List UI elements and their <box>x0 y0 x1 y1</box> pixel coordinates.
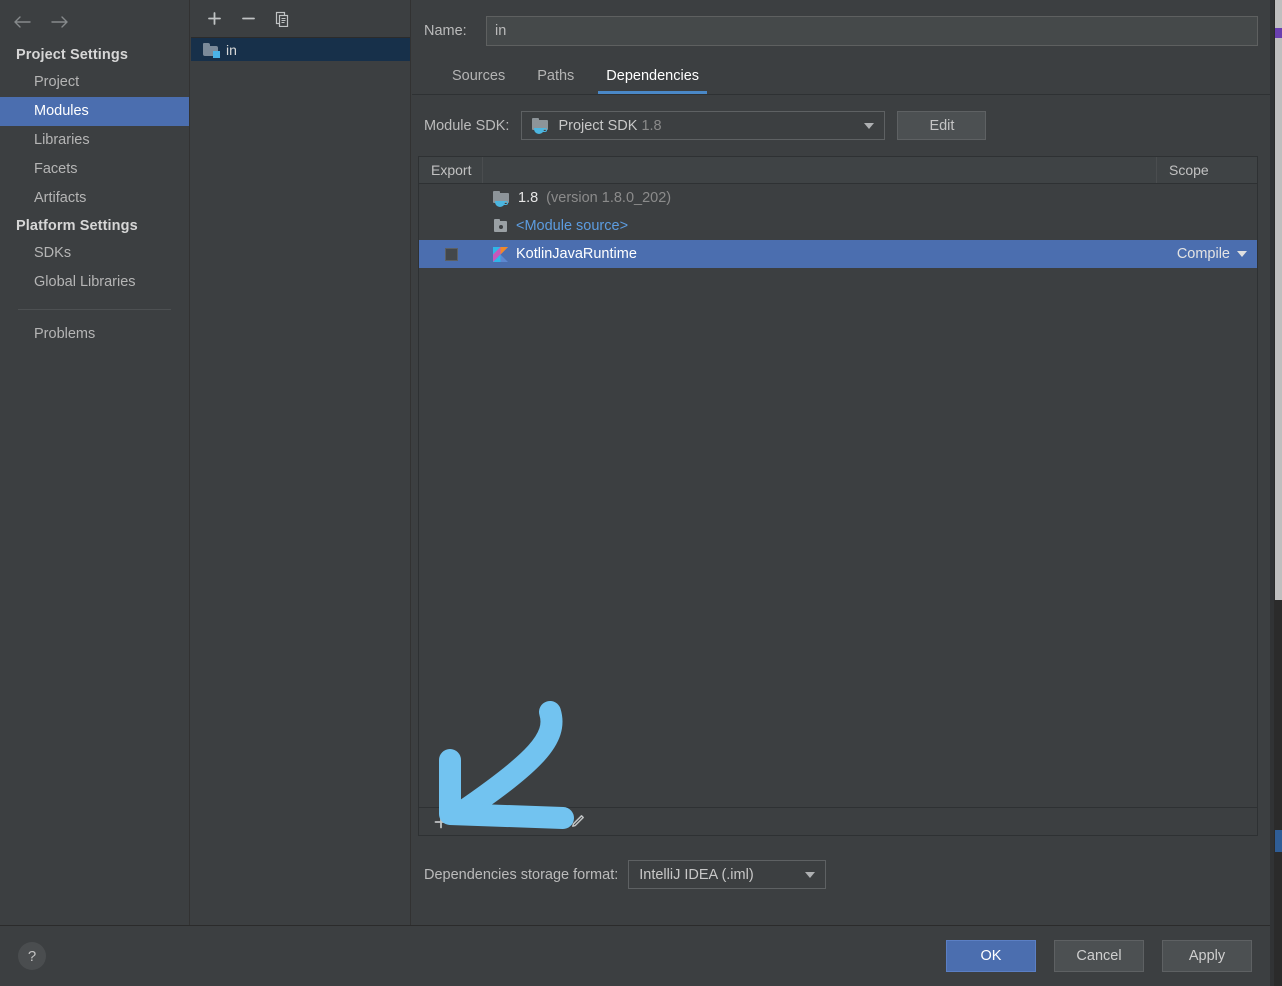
dependency-name-cell: <Module source> <box>483 218 1149 234</box>
list-item[interactable]: in <box>191 38 410 61</box>
column-header-export[interactable]: Export <box>419 157 483 183</box>
sidebar-item-global-libraries[interactable]: Global Libraries <box>0 268 189 297</box>
move-down-button[interactable] <box>533 812 553 832</box>
arrow-left-icon[interactable] <box>12 13 34 31</box>
storage-format-row: Dependencies storage format: IntelliJ ID… <box>412 836 1270 889</box>
storage-format-label: Dependencies storage format: <box>424 866 619 883</box>
sidebar-item-libraries[interactable]: Libraries <box>0 126 189 155</box>
edit-sdk-button[interactable]: Edit <box>897 111 987 140</box>
module-sdk-row: Module SDK: Project SDK 1.8 Edit <box>412 95 1270 156</box>
move-up-button[interactable] <box>499 812 519 832</box>
export-cell <box>419 184 483 212</box>
chevron-down-icon <box>1237 251 1247 257</box>
add-dependency-button[interactable] <box>431 812 451 832</box>
dependencies-table: Export Scope 1.8 (version 1.8.0_202) <Mo… <box>418 156 1258 836</box>
module-tabs: Sources Paths Dependencies <box>412 46 1270 95</box>
module-list-toolbar <box>191 0 410 38</box>
export-checkbox[interactable] <box>444 247 458 261</box>
edit-dependency-button[interactable] <box>567 812 587 832</box>
module-detail-panel: Name: Sources Paths Dependencies Module … <box>412 0 1270 925</box>
sidebar-item-problems[interactable]: Problems <box>0 320 189 349</box>
dependency-label: KotlinJavaRuntime <box>516 246 637 262</box>
sidebar-group-platform-settings: Platform Settings <box>16 218 138 234</box>
apply-button[interactable]: Apply <box>1162 940 1252 972</box>
table-row[interactable]: <Module source> <box>419 212 1257 240</box>
project-structure-dialog: Project Settings Project Modules Librari… <box>0 0 1282 986</box>
chevron-down-icon <box>864 122 875 129</box>
table-row[interactable]: KotlinJavaRuntime Compile <box>419 240 1257 268</box>
module-name-label: in <box>226 41 237 58</box>
kotlin-icon <box>493 246 508 262</box>
dependency-name-cell: KotlinJavaRuntime <box>483 246 1149 262</box>
sdk-folder-icon <box>532 118 549 134</box>
tab-dependencies[interactable]: Dependencies <box>590 67 715 94</box>
copy-module-button[interactable] <box>271 8 293 30</box>
arrow-right-icon[interactable] <box>48 13 70 31</box>
settings-sidebar: Project Settings Project Modules Librari… <box>0 0 190 925</box>
export-cell <box>419 212 483 240</box>
table-header-row: Export Scope <box>419 157 1257 184</box>
export-cell[interactable] <box>419 240 483 268</box>
scope-value: Compile <box>1176 246 1230 262</box>
add-module-button[interactable] <box>203 8 225 30</box>
dependency-name-cell: 1.8 (version 1.8.0_202) <box>483 190 1149 207</box>
remove-dependency-button[interactable] <box>465 812 485 832</box>
scope-cell[interactable]: Compile <box>1149 246 1257 262</box>
sidebar-navigation <box>0 0 189 42</box>
dependency-label: <Module source> <box>516 218 629 234</box>
column-header-name[interactable] <box>483 157 1157 183</box>
sidebar-item-project[interactable]: Project <box>0 68 189 97</box>
dialog-footer: ? OK Cancel Apply <box>0 925 1270 986</box>
name-field-label: Name: <box>424 23 467 39</box>
module-name-input[interactable] <box>486 16 1258 46</box>
table-body: 1.8 (version 1.8.0_202) <Module source> <box>419 184 1257 807</box>
sidebar-item-facets[interactable]: Facets <box>0 155 189 184</box>
table-row[interactable]: 1.8 (version 1.8.0_202) <box>419 184 1257 212</box>
dependency-label: 1.8 <box>518 190 539 206</box>
dependency-version-label: (version 1.8.0_202) <box>546 190 672 206</box>
sidebar-item-artifacts[interactable]: Artifacts <box>0 184 189 213</box>
tab-sources[interactable]: Sources <box>436 67 521 94</box>
module-list-rows: in <box>191 38 410 61</box>
column-header-scope[interactable]: Scope <box>1157 157 1257 183</box>
ok-button[interactable]: OK <box>946 940 1036 972</box>
module-sdk-label: Module SDK: <box>424 117 510 134</box>
sidebar-item-sdks[interactable]: SDKs <box>0 239 189 268</box>
module-list-panel: in <box>191 0 411 925</box>
module-name-row: Name: <box>412 0 1270 46</box>
cancel-button[interactable]: Cancel <box>1054 940 1144 972</box>
module-sdk-value: Project SDK 1.8 <box>558 117 662 134</box>
module-source-icon <box>493 219 508 233</box>
module-folder-icon <box>203 42 220 58</box>
chevron-down-icon <box>805 871 816 878</box>
sidebar-divider <box>18 309 171 310</box>
dependencies-toolbar <box>419 807 1257 835</box>
storage-format-value: IntelliJ IDEA (.iml) <box>639 866 754 883</box>
tab-paths[interactable]: Paths <box>521 67 590 94</box>
background-window-edge <box>1270 0 1282 986</box>
sdk-folder-icon <box>493 190 510 207</box>
storage-format-dropdown[interactable]: IntelliJ IDEA (.iml) <box>628 860 827 889</box>
help-button[interactable]: ? <box>18 942 46 970</box>
module-sdk-dropdown[interactable]: Project SDK 1.8 <box>521 111 886 140</box>
sidebar-group-project-settings: Project Settings <box>16 47 128 63</box>
remove-module-button[interactable] <box>237 8 259 30</box>
sidebar-item-modules[interactable]: Modules <box>0 97 189 126</box>
